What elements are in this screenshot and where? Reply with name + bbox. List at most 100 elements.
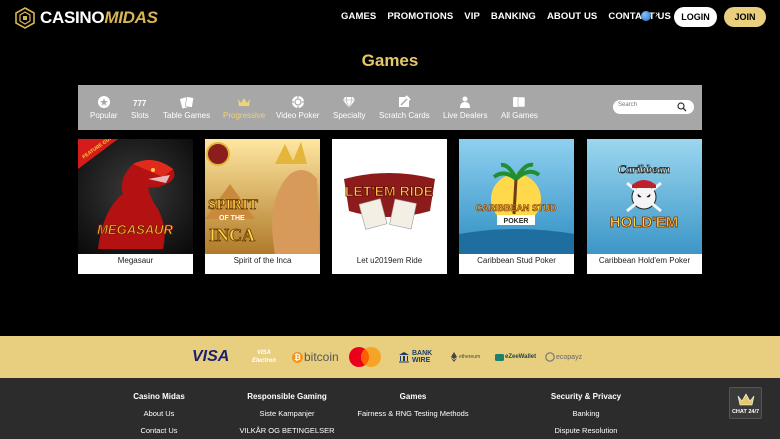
- category-label: Slots: [131, 111, 149, 120]
- visa-electron-line2: Electron: [252, 358, 277, 364]
- nav-contact-us[interactable]: CONTACT US: [608, 11, 671, 22]
- footer-col-security-privacy: Security & Privacy Banking Dispute Resol…: [543, 392, 629, 439]
- chat-label: CHAT 24/7: [731, 409, 760, 415]
- game-card-caribbean-holdem-poker[interactable]: Caribbean HOLD'EM Caribbean Hold'em Poke…: [587, 139, 702, 274]
- bank-icon: [399, 352, 409, 363]
- ecopayz-label: ecopayz: [556, 353, 583, 361]
- caribbean-holdem-art-line1: Caribbean: [618, 162, 670, 176]
- category-label: Progressive: [223, 111, 266, 120]
- game-name: Let u2019em Ride: [356, 256, 423, 265]
- footer-link-banking[interactable]: Banking: [543, 409, 629, 418]
- ecopayz-logo: ecopayz: [545, 336, 582, 378]
- game-name: Caribbean Stud Poker: [477, 256, 556, 265]
- bitcoin-logo: ₿ bitcoin: [292, 336, 339, 378]
- site-header: CASINO MIDAS GAMES PROMOTIONS VIP BANKIN…: [0, 0, 780, 36]
- category-all-games[interactable]: All Games: [501, 95, 538, 120]
- footer-link-dispute-resolution[interactable]: Dispute Resolution: [543, 426, 629, 435]
- footer-link-about-us[interactable]: About Us: [122, 409, 196, 418]
- footer-heading: Games: [399, 392, 427, 401]
- spirit-art-line3: INCA: [209, 225, 255, 245]
- nav-vip[interactable]: VIP: [464, 11, 480, 22]
- category-scratch-cards[interactable]: Scratch Cards: [379, 95, 430, 120]
- footer-col-games: Games Fairness & RNG Testing Methods: [353, 392, 473, 426]
- crown-icon: [238, 98, 251, 106]
- footer-col-responsible-gaming: Responsible Gaming Siste Kampanjer VILKÅ…: [231, 392, 343, 439]
- category-label: Popular: [90, 111, 118, 120]
- ezeewallet-label: eZeeWallet: [505, 354, 537, 360]
- caribbean-stud-art-line2: POKER: [504, 218, 529, 225]
- logo-text-casino: CASINO: [40, 8, 105, 27]
- page-title: Games: [361, 51, 419, 70]
- game-card-let-em-ride[interactable]: LET'EM RIDE Let u2019em Ride: [332, 139, 447, 274]
- search-placeholder: Search: [618, 102, 638, 108]
- category-label: All Games: [501, 111, 538, 120]
- caribbean-holdem-art-line2: HOLD'EM: [610, 214, 679, 231]
- nav-promotions[interactable]: PROMOTIONS: [387, 11, 453, 22]
- category-table-games[interactable]: Table Games: [163, 95, 210, 120]
- main-nav: GAMES PROMOTIONS VIP BANKING ABOUT US CO…: [341, 11, 682, 22]
- bank-wire-line2: WIRE: [412, 357, 431, 364]
- nav-about-us[interactable]: ABOUT US: [547, 11, 597, 22]
- payment-methods-strip: VISA VISA Electron ₿ bitcoin BANK WIRE e…: [0, 336, 780, 378]
- visa-electron-line1: VISA: [257, 350, 272, 356]
- category-video-poker[interactable]: Video Poker: [276, 95, 319, 120]
- login-button[interactable]: LOGIN: [674, 7, 717, 27]
- caribbean-stud-poker-thumbnail: CARIBBEAN STUD POKER: [459, 139, 574, 254]
- megasaur-art-title: MEGASAUR: [97, 222, 173, 237]
- star-icon: [97, 96, 110, 108]
- ethereum-label: ethereum: [459, 354, 481, 360]
- category-slots[interactable]: 777 Slots: [131, 95, 149, 120]
- category-specialty[interactable]: Specialty: [333, 95, 365, 120]
- game-name: Spirit of the Inca: [233, 256, 292, 265]
- bank-wire-line1: BANK: [412, 350, 433, 357]
- join-button[interactable]: JOIN: [724, 7, 766, 27]
- game-card-caribbean-stud-poker[interactable]: CARIBBEAN STUD POKER Caribbean Stud Poke…: [459, 139, 574, 274]
- crown-icon: [737, 393, 754, 406]
- poker-chip-icon: [291, 96, 304, 108]
- ethereum-icon: [451, 352, 457, 362]
- all-cards-icon: [513, 96, 526, 108]
- language-globe-icon[interactable]: [641, 11, 651, 21]
- diamond-icon: [343, 96, 356, 109]
- site-footer: Casino Midas About Us Contact Us Respons…: [0, 378, 780, 439]
- let-em-ride-art-title: LET'EM RIDE: [345, 183, 433, 199]
- game-name: Caribbean Hold'em Poker: [598, 256, 691, 265]
- footer-link-siste-kampanjer[interactable]: Siste Kampanjer: [231, 409, 343, 418]
- ezeewallet-logo: eZeeWallet: [495, 336, 536, 378]
- ezeewallet-icon: [495, 353, 504, 361]
- bitcoin-label: bitcoin: [304, 350, 339, 364]
- category-progressive[interactable]: Progressive: [223, 95, 265, 120]
- category-bar: Popular 777 Slots Table Games Progressiv…: [78, 85, 702, 130]
- footer-heading: Responsible Gaming: [247, 392, 327, 401]
- slots-777-icon: 777: [133, 99, 147, 108]
- category-live-dealers[interactable]: Live Dealers: [443, 95, 487, 120]
- language-chevron-icon[interactable]: ›: [655, 9, 658, 20]
- footer-link-fairness-rng[interactable]: Fairness & RNG Testing Methods: [353, 409, 473, 418]
- chat-24-7-button[interactable]: CHAT 24/7: [729, 387, 762, 419]
- game-card-megasaur[interactable]: FEATURE GUARANTEE MEGASAUR Megasaur: [78, 139, 193, 274]
- footer-link-contact-us[interactable]: Contact Us: [122, 426, 196, 435]
- megasaur-thumbnail: FEATURE GUARANTEE MEGASAUR: [78, 139, 193, 254]
- nav-banking[interactable]: BANKING: [491, 11, 536, 22]
- svg-text:777: 777: [133, 99, 147, 108]
- category-label: Video Poker: [276, 111, 320, 120]
- visa-electron-logo: VISA Electron: [252, 336, 276, 378]
- spirit-of-the-inca-thumbnail: SPIRIT OF THE INCA: [205, 139, 320, 254]
- search-input[interactable]: Search: [613, 100, 694, 114]
- category-label: Scratch Cards: [379, 111, 430, 120]
- game-name: Megasaur: [117, 256, 154, 265]
- category-label: Specialty: [333, 111, 366, 120]
- footer-heading: Casino Midas: [133, 392, 185, 401]
- category-popular[interactable]: Popular: [90, 95, 118, 120]
- ethereum-logo: ethereum: [451, 336, 480, 378]
- category-label: Live Dealers: [443, 111, 488, 120]
- search-icon[interactable]: [677, 102, 687, 112]
- game-card-spirit-of-the-inca[interactable]: SPIRIT OF THE INCA Spirit of the Inca: [205, 139, 320, 274]
- nav-games[interactable]: GAMES: [341, 11, 376, 22]
- let-em-ride-thumbnail: LET'EM RIDE: [332, 139, 447, 254]
- caribbean-holdem-thumbnail: Caribbean HOLD'EM: [587, 139, 702, 254]
- ecopayz-icon: [545, 352, 555, 362]
- footer-col-casino-midas: Casino Midas About Us Contact Us: [122, 392, 196, 439]
- footer-link-vilkar-og-betingelser[interactable]: VILKÅR OG BETINGELSER: [231, 426, 343, 435]
- casino-midas-logo[interactable]: CASINO MIDAS: [14, 7, 158, 29]
